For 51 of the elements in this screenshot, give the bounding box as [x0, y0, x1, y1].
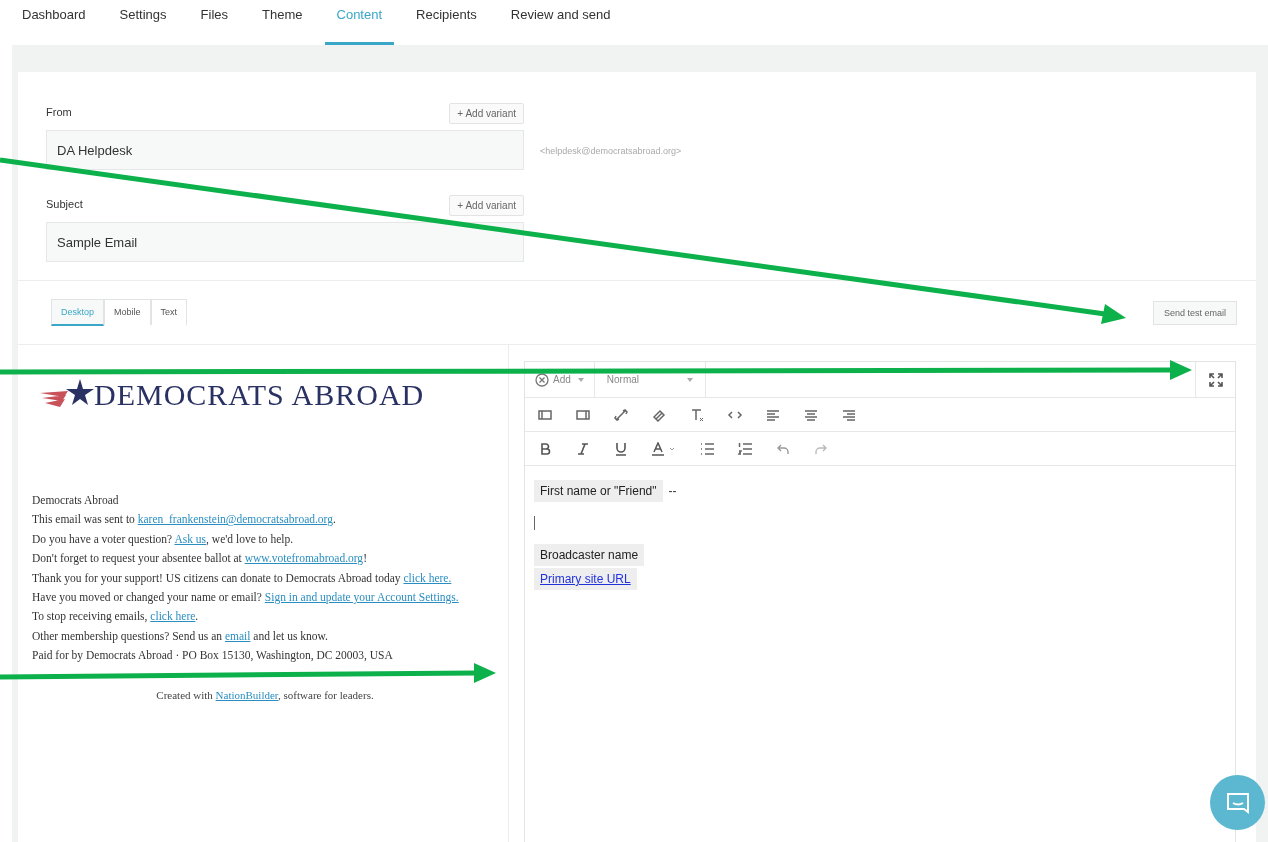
email-text: Don't forget to request your absentee ballot at www.votefromabroad.org! — [32, 551, 368, 567]
merge-tag[interactable]: First name or "Friend" — [534, 480, 663, 502]
input-field[interactable]: DA Helpdesk — [46, 130, 524, 170]
dash-text: -- — [668, 484, 677, 498]
view-tab[interactable]: Text — [150, 299, 188, 326]
align-left-icon[interactable] — [765, 407, 781, 422]
underline-icon[interactable] — [613, 441, 629, 456]
clear-format-icon[interactable] — [689, 407, 705, 422]
email-link[interactable]: Sign in and update your Account Settings. — [264, 591, 459, 604]
nav-tab[interactable]: Files — [200, 0, 246, 45]
input-field[interactable]: Sample Email — [46, 222, 524, 262]
caret-icon — [686, 377, 693, 382]
view-tab[interactable]: Mobile — [104, 299, 151, 326]
bullet-list-icon[interactable] — [699, 441, 715, 456]
email-text: Paid for by Democrats Abroad · PO Box 15130, Washington, DC 20003, USA — [32, 648, 394, 664]
align-right-icon[interactable] — [841, 407, 857, 422]
add-variant-button[interactable]: + Add variant — [449, 195, 524, 216]
logo-text: DEMOCRATS ABROAD — [94, 378, 425, 412]
align-center-icon[interactable] — [803, 407, 819, 422]
text-cursor — [534, 516, 535, 530]
numbered-list-icon[interactable] — [737, 441, 753, 456]
nav-tab[interactable]: Settings — [119, 0, 184, 45]
email-text: This email was sent to karen_frankenstein@democratsabroad.org. — [32, 512, 337, 528]
email-text: Other membership questions? Send us an email and let us know. — [32, 628, 329, 645]
italic-icon[interactable] — [575, 441, 591, 456]
add-button[interactable]: Add — [525, 362, 595, 397]
field-label: From — [46, 106, 72, 120]
email-link[interactable]: email — [224, 629, 251, 642]
email-text: Democrats Abroad — [32, 493, 120, 508]
chat-icon — [1224, 790, 1251, 815]
field-label: Subject — [46, 198, 83, 212]
send-test-button[interactable]: Send test email — [1152, 300, 1237, 325]
email-text: Do you have a voter question? Ask us, we'd love to help. — [32, 531, 295, 548]
nav-tab[interactable]: Theme — [262, 0, 320, 45]
footer-text: Created with NationBuilder, software for leaders. — [155, 688, 375, 701]
add-icon — [535, 372, 549, 387]
add-variant-button[interactable]: + Add variant — [449, 103, 524, 124]
email-link[interactable]: karen_frankenstein@democratsabroad.org — [137, 513, 333, 526]
email-text: To stop receiving emails, click here. — [32, 609, 200, 625]
nav-tab[interactable]: Dashboard — [22, 0, 103, 45]
text-color-icon[interactable] — [651, 441, 677, 456]
email-text: Have you moved or changed your name or email? Sign in and update your Account Settings. — [32, 590, 460, 606]
nav-tab[interactable]: Review and send — [510, 0, 628, 45]
merge-tag[interactable]: Broadcaster name — [534, 544, 645, 566]
style-select[interactable]: Normal — [594, 362, 706, 397]
sender-address: <helpdesk@democratsabroad.org> — [540, 146, 682, 158]
email-text: Thank you for your support! US citizens can donate to Democrats Abroad today click here. — [32, 570, 453, 587]
merge-link-tag[interactable]: Primary site URL — [534, 568, 637, 590]
caret-icon — [577, 377, 584, 382]
nav-tab[interactable]: Recipients — [416, 0, 494, 45]
email-link[interactable]: click here. — [403, 571, 452, 584]
